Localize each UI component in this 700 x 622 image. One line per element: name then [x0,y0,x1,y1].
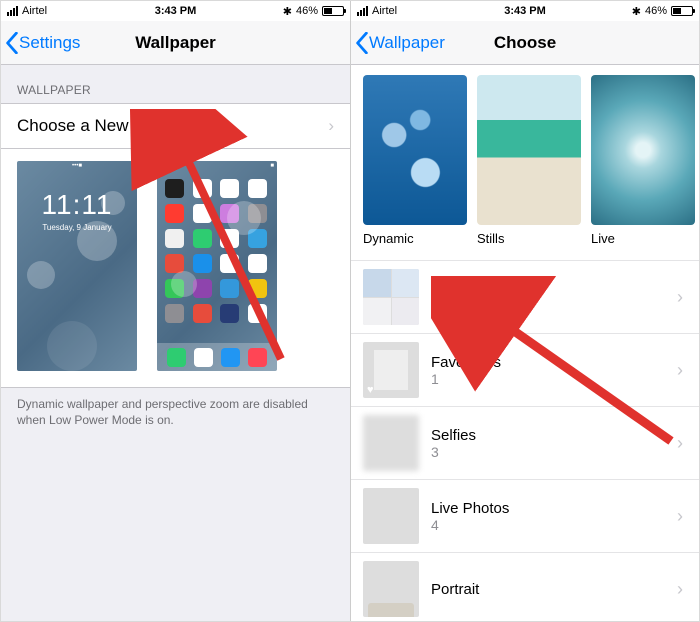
album-thumb: ♥ [363,342,419,398]
choose-wallpaper-screen: Airtel 3:43 PM ✱ 46% Wallpaper Choose Dy… [350,1,699,621]
category-live[interactable]: Live [591,75,695,246]
album-thumb [363,269,419,325]
choose-new-wallpaper-cell[interactable]: Choose a New Wallpaper › [1,103,350,149]
nav-bar: Wallpaper Choose [351,21,699,65]
category-stills[interactable]: Stills [477,75,581,246]
heart-icon: ♥ [367,384,374,396]
album-name: Favourites [431,354,665,371]
album-count: 3 [431,444,665,460]
chevron-right-icon: › [677,579,687,600]
category-label: Live [591,231,695,246]
nav-bar: Settings Wallpaper [1,21,350,65]
album-count: 530 [431,298,665,314]
chevron-right-icon: › [328,116,334,136]
album-count: 4 [431,517,665,533]
album-count: 1 [431,371,665,387]
chevron-right-icon: › [677,433,687,454]
page-title: Choose [351,33,699,53]
album-thumb [363,415,419,471]
chevron-right-icon: › [677,506,687,527]
live-thumb [591,75,695,225]
low-power-note: Dynamic wallpaper and perspective zoom a… [1,388,350,436]
album-thumb [363,488,419,544]
category-label: Stills [477,231,581,246]
album-name: Live Photos [431,500,665,517]
wallpaper-categories: Dynamic Stills Live [351,65,699,250]
album-name: Camera Roll [431,281,665,298]
album-camera-roll[interactable]: Camera Roll 530 › [351,261,699,334]
home-screen-preview[interactable]: •••■ [157,161,277,371]
stills-thumb [477,75,581,225]
chevron-right-icon: › [677,287,687,308]
album-live-photos[interactable]: Live Photos 4 › [351,480,699,553]
album-favourites[interactable]: ♥ Favourites 1 › [351,334,699,407]
lock-screen-preview[interactable]: •••■ 11:11 Tuesday, 9 January [17,161,137,371]
wallpaper-settings-screen: Airtel 3:43 PM ✱ 46% Settings Wallpaper … [1,1,350,621]
category-label: Dynamic [363,231,467,246]
page-title: Wallpaper [1,33,350,53]
status-time: 3:43 PM [1,5,350,17]
section-header-wallpaper: WALLPAPER [1,65,350,103]
wallpaper-previews: •••■ 11:11 Tuesday, 9 January •••■ [1,149,350,388]
album-thumb [363,561,419,617]
dynamic-thumb [363,75,467,225]
album-name: Selfies [431,427,665,444]
chevron-right-icon: › [677,360,687,381]
album-list: Camera Roll 530 › ♥ Favourites 1 › [351,260,699,621]
album-selfies[interactable]: Selfies 3 › [351,407,699,480]
album-portrait[interactable]: Portrait › [351,553,699,621]
status-bar: Airtel 3:43 PM ✱ 46% [351,1,699,21]
status-time: 3:43 PM [351,5,699,17]
category-dynamic[interactable]: Dynamic [363,75,467,246]
album-name: Portrait [431,581,665,598]
battery-icon [671,6,693,16]
status-bar: Airtel 3:43 PM ✱ 46% [1,1,350,21]
choose-new-wallpaper-label: Choose a New Wallpaper [17,116,209,136]
battery-icon [322,6,344,16]
